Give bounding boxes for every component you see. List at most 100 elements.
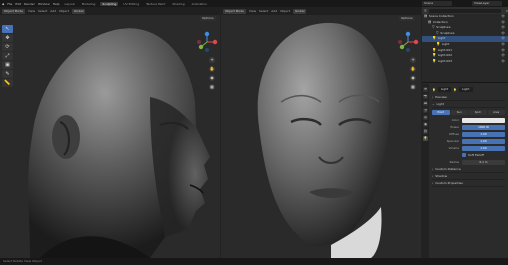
field-value[interactable]: 1.00 bbox=[462, 145, 505, 151]
tab-modeling[interactable]: Modeling bbox=[80, 2, 98, 6]
light-object-icon: 💡 bbox=[432, 87, 436, 92]
outliner-display-icon[interactable]: ☰ bbox=[424, 9, 427, 13]
output-tab-icon[interactable]: 🖶 bbox=[423, 101, 428, 106]
data-name-field[interactable]: Light bbox=[459, 87, 473, 92]
navigation-gizmo-right-icon[interactable] bbox=[397, 31, 419, 53]
light-field-row: Power 1000 W bbox=[432, 124, 505, 130]
constraints-tab-icon[interactable]: ⛓ bbox=[423, 129, 428, 134]
viewport-header-right: Object Mode View Select Add Object Globa… bbox=[221, 7, 421, 15]
tab-animation[interactable]: Animation bbox=[190, 2, 209, 6]
rotate-tool-icon[interactable]: ⟳ bbox=[2, 43, 13, 51]
menu-select[interactable]: Select bbox=[38, 9, 47, 13]
move-tool-icon[interactable]: ✥ bbox=[2, 34, 13, 42]
navigation-gizmo-icon[interactable] bbox=[196, 31, 218, 53]
outliner-header: ☰ ▽ bbox=[422, 7, 508, 14]
menu-select-right[interactable]: Select bbox=[259, 9, 268, 13]
properties-tabs: ⚒ 📷 🖶 ◔ ◍ ▣ ⛓ 💡 bbox=[422, 84, 429, 258]
camera-view-right-icon[interactable]: ◉ bbox=[410, 75, 416, 81]
options-dropdown[interactable]: Options bbox=[200, 16, 216, 21]
menu-help[interactable]: Help bbox=[53, 2, 60, 6]
scene-selector[interactable]: Scene bbox=[422, 1, 452, 6]
field-value[interactable] bbox=[462, 117, 505, 123]
tab-shading[interactable]: Shading bbox=[170, 2, 186, 6]
light-section[interactable]: ⌄ Light bbox=[432, 101, 505, 108]
menu-view[interactable]: View bbox=[28, 9, 35, 13]
status-bar: Select Rotate View Object bbox=[0, 258, 508, 265]
tool-tab-icon[interactable]: ⚒ bbox=[423, 87, 428, 92]
light-type-point[interactable]: Point bbox=[432, 110, 450, 115]
visibility-eye-icon[interactable]: 👁 bbox=[501, 59, 505, 65]
outliner-search-input[interactable] bbox=[428, 8, 501, 13]
field-value[interactable]: 1.00 bbox=[462, 131, 505, 137]
light-field-row: Color bbox=[432, 117, 505, 123]
transform-orientation[interactable]: Global bbox=[71, 8, 86, 14]
top-bar: ◆ File Edit Render Window Help Layout Mo… bbox=[0, 0, 508, 7]
tab-layout[interactable]: Layout bbox=[63, 2, 77, 6]
scale-tool-icon[interactable]: ⤢ bbox=[2, 52, 13, 60]
options-dropdown-right[interactable]: Options bbox=[399, 16, 415, 21]
field-value[interactable]: 1.00 bbox=[462, 138, 505, 144]
perspective-toggle-icon[interactable]: ▦ bbox=[209, 84, 215, 90]
tab-uv-editing[interactable]: UV Editing bbox=[121, 2, 141, 6]
field-label: Diffuse bbox=[449, 132, 459, 136]
custom-properties-section[interactable]: › Custom Properties bbox=[432, 180, 505, 187]
annotate-tool-icon[interactable]: ✎ bbox=[2, 70, 13, 78]
light-field-row: Diffuse 1.00 bbox=[432, 131, 505, 137]
menu-object[interactable]: Object bbox=[59, 9, 69, 13]
light-data-tab-icon[interactable]: 💡 bbox=[423, 136, 428, 141]
right-panel: ☰ ▽ ▤ Scene Collection 👁 ▤ Collection 👁 ▽ Sculp… bbox=[422, 7, 508, 258]
menu-render[interactable]: Render bbox=[24, 2, 35, 6]
field-value[interactable]: 1000 W bbox=[462, 124, 505, 130]
expand-arrow-icon: › bbox=[432, 173, 434, 178]
pan-hand-icon[interactable]: ✋ bbox=[209, 66, 215, 72]
light-type-sun[interactable]: Sun bbox=[450, 110, 468, 115]
tab-sculpting[interactable]: Sculpting bbox=[100, 1, 119, 6]
select-tool-icon[interactable]: ↖ bbox=[2, 25, 13, 33]
blender-logo-icon[interactable]: ◆ bbox=[2, 2, 4, 6]
menu-window[interactable]: Window bbox=[38, 2, 50, 6]
zoom-right-icon[interactable]: + bbox=[410, 57, 416, 63]
transform-orientation-right[interactable]: Global bbox=[292, 8, 307, 14]
render-tab-icon[interactable]: 📷 bbox=[423, 94, 428, 99]
outliner-tree: ▤ Scene Collection 👁 ▤ Collection 👁 ▽ Sculpture… bbox=[422, 14, 508, 64]
menu-view-right[interactable]: View bbox=[249, 9, 256, 13]
camera-view-icon[interactable]: ◉ bbox=[209, 75, 215, 81]
mode-selector-right[interactable]: Object Mode bbox=[223, 8, 246, 14]
outliner-row-label: Light.003 bbox=[437, 58, 453, 63]
light-type-spot[interactable]: Spot bbox=[469, 110, 487, 115]
object-tab-icon[interactable]: ▣ bbox=[423, 122, 428, 127]
zoom-icon[interactable]: + bbox=[209, 57, 215, 63]
mesh-icon: ▽ bbox=[432, 25, 435, 30]
field-label: Color bbox=[451, 118, 459, 122]
light-data-icon: 💡 bbox=[453, 87, 457, 92]
blender-window: ◆ File Edit Render Window Help Layout Mo… bbox=[0, 0, 508, 265]
light-type-area[interactable]: Area bbox=[487, 110, 505, 115]
viewport-nav-buttons: + ✋ ◉ ▦ bbox=[209, 57, 215, 90]
soft-falloff-label: Soft Falloff bbox=[468, 153, 484, 157]
outliner-row[interactable]: 💡 Light.003 👁 bbox=[422, 59, 508, 65]
view-layer-selector[interactable]: ViewLayer bbox=[472, 1, 502, 6]
tool-shelf: ↖ ✥ ⟳ ⤢ ▣ ✎ 📏 bbox=[2, 25, 13, 87]
radius-label: Radius bbox=[449, 160, 459, 164]
menu-object-right[interactable]: Object bbox=[280, 9, 290, 13]
properties-body: 💡 Light 💡 Light › Preview ⌄ Light Point … bbox=[429, 84, 508, 258]
object-name-field[interactable]: Light bbox=[437, 87, 452, 92]
radius-field[interactable]: 0.1 m bbox=[462, 159, 505, 165]
measure-tool-icon[interactable]: 📏 bbox=[2, 79, 13, 87]
scene-tab-icon[interactable]: ◔ bbox=[423, 108, 428, 113]
mode-selector[interactable]: Object Mode bbox=[2, 8, 25, 14]
custom-distance-label: Custom Distance bbox=[435, 166, 461, 171]
transform-tool-icon[interactable]: ▣ bbox=[2, 61, 13, 69]
viewport-header-left: Object Mode View Select Add Object Globa… bbox=[0, 7, 220, 15]
viewport-right[interactable]: Object Mode View Select Add Object Globa… bbox=[221, 7, 421, 258]
viewport-left[interactable]: Object Mode View Select Add Object Globa… bbox=[0, 7, 220, 258]
menu-edit[interactable]: Edit bbox=[15, 2, 21, 6]
tab-texture-paint[interactable]: Texture Paint bbox=[144, 2, 167, 6]
menu-add[interactable]: Add bbox=[50, 9, 56, 13]
pan-hand-right-icon[interactable]: ✋ bbox=[410, 66, 416, 72]
soft-falloff-checkbox[interactable]: Soft Falloff bbox=[432, 152, 505, 158]
world-tab-icon[interactable]: ◍ bbox=[423, 115, 428, 120]
menu-add-right[interactable]: Add bbox=[271, 9, 277, 13]
perspective-toggle-right-icon[interactable]: ▦ bbox=[410, 84, 416, 90]
menu-file[interactable]: File bbox=[7, 2, 12, 6]
